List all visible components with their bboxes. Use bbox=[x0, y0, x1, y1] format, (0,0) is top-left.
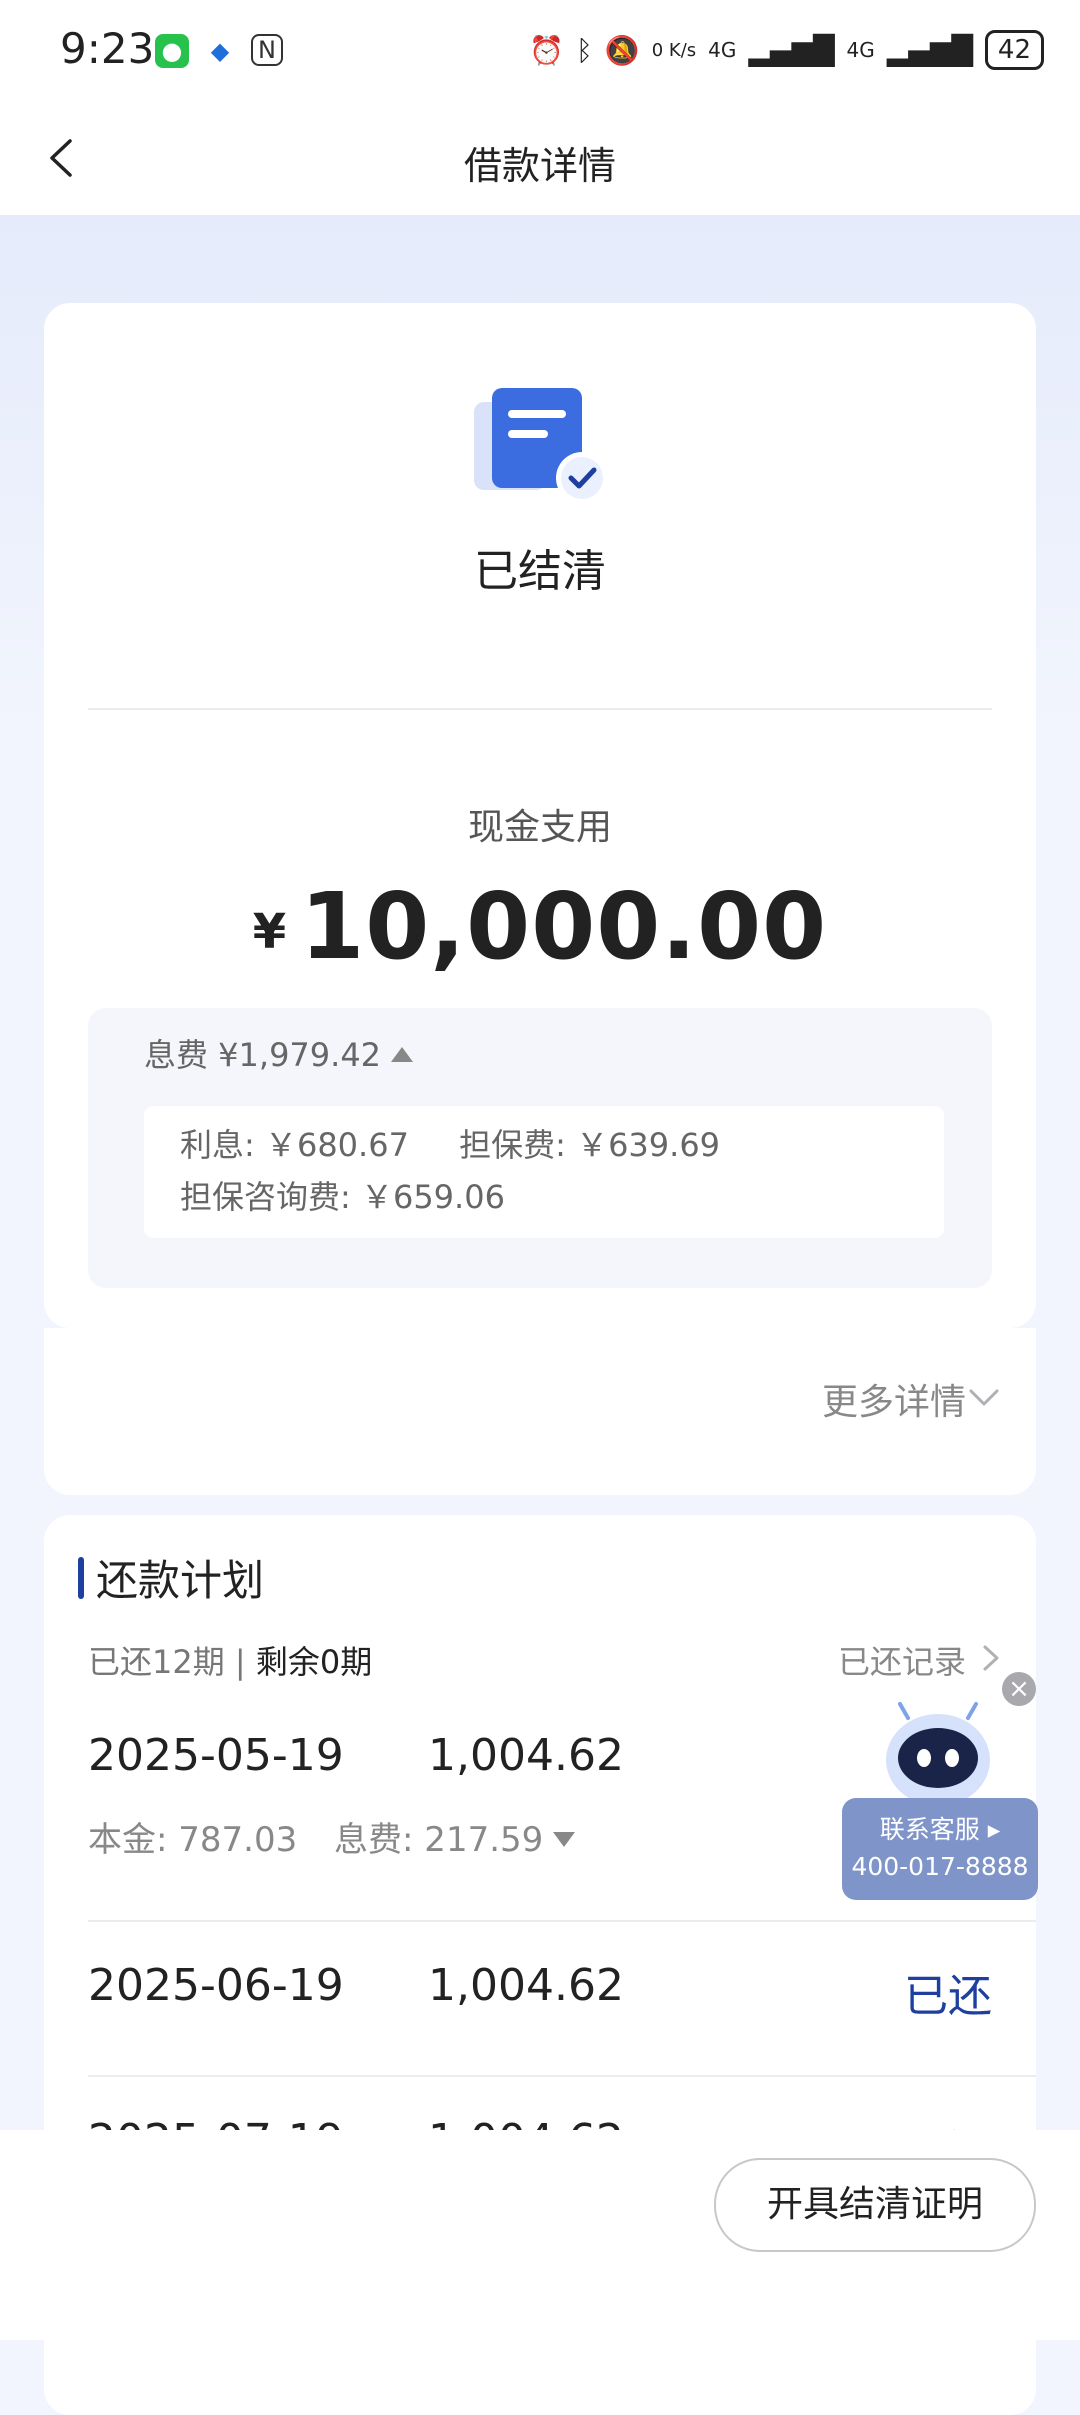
network-label-2: 4G bbox=[846, 38, 875, 62]
row-fees: 息费: 217.59 bbox=[334, 1820, 544, 1860]
amount-value: 10,000.00 bbox=[300, 873, 828, 980]
fee-toggle[interactable]: 息费 ¥1,979.42 bbox=[144, 1030, 414, 1076]
more-details-link[interactable]: 更多详情 bbox=[822, 1373, 966, 1425]
signal-icon: ▂▄▆█ bbox=[748, 33, 835, 67]
row-principal: 本金: 787.03 bbox=[88, 1820, 298, 1860]
wechat-icon: ● bbox=[155, 34, 189, 68]
row-amount: 1,004.62 bbox=[428, 1730, 624, 1781]
row-date: 2025-06-19 bbox=[88, 1960, 344, 2011]
remaining-periods: 剩余0期 bbox=[255, 1643, 373, 1681]
customer-service-widget[interactable]: × 联系客服 ▸ 400-017-8888 bbox=[842, 1670, 1038, 1900]
network-label-1: 4G bbox=[708, 38, 737, 62]
signal-icon-2: ▂▄▆█ bbox=[886, 33, 973, 67]
row-date: 2025-05-19 bbox=[88, 1730, 344, 1781]
document-check-icon bbox=[474, 388, 608, 504]
issue-certificate-button[interactable]: 开具结清证明 bbox=[714, 2158, 1036, 2252]
loan-summary-card: 已结清 现金支用 ¥10,000.00 息费 ¥1,979.42 利息: ￥68… bbox=[44, 303, 1036, 1495]
status-right: ⏰ ᛒ 🔕 0 K/s 4G ▂▄▆█ 4G ▂▄▆█ 42 bbox=[529, 30, 1044, 70]
chevron-right-icon[interactable] bbox=[980, 1643, 1002, 1673]
chevron-down-icon bbox=[969, 1389, 999, 1406]
row-amount: 1,004.62 bbox=[428, 1960, 624, 2011]
caret-down-icon bbox=[553, 1832, 576, 1847]
caret-up-icon bbox=[391, 1047, 414, 1062]
cs-label: 联系客服 ▸ bbox=[879, 1815, 1001, 1844]
status-bar: 9:23 ● ◆ N ⏰ ᛒ 🔕 0 K/s 4G ▂▄▆█ 4G ▂▄▆█ 4… bbox=[0, 0, 1080, 105]
loan-status: 已结清 bbox=[474, 546, 606, 597]
more-details-bar[interactable]: 更多详情 bbox=[44, 1328, 1036, 1495]
alarm-icon: ⏰ bbox=[529, 33, 565, 67]
notification-icons: ● ◆ N bbox=[155, 34, 283, 68]
robot-assistant-icon bbox=[886, 1702, 990, 1806]
fee-line-1: 利息: ￥680.67 担保费: ￥639.69 bbox=[180, 1120, 720, 1166]
close-icon[interactable]: × bbox=[1002, 1672, 1036, 1706]
battery-icon: 42 bbox=[984, 30, 1044, 70]
customer-service-button[interactable]: 联系客服 ▸ 400-017-8888 bbox=[842, 1798, 1038, 1900]
bottom-action-bar: 开具结清证明 bbox=[0, 2130, 1080, 2340]
loan-amount: ¥10,000.00 bbox=[44, 873, 1036, 980]
interest-fee: 利息: ￥680.67 bbox=[180, 1126, 409, 1164]
app-notification-icon: ◆ bbox=[203, 34, 237, 68]
fee-summary: 息费 ¥1,979.42 bbox=[144, 1036, 382, 1074]
currency-symbol: ¥ bbox=[252, 904, 287, 960]
nav-bar: 借款详情 bbox=[0, 105, 1080, 215]
paid-count: 已还12期 | 剩余0期 bbox=[88, 1637, 372, 1683]
fee-breakdown: 息费 ¥1,979.42 利息: ￥680.67 担保费: ￥639.69 担保… bbox=[88, 1008, 992, 1288]
row-breakdown: 本金: 787.03 息费: 217.59 bbox=[88, 1812, 576, 1861]
fee-detail-panel: 利息: ￥680.67 担保费: ￥639.69 担保咨询费: ￥659.06 bbox=[144, 1106, 944, 1238]
page-title: 借款详情 bbox=[463, 144, 616, 188]
row-status: 已还 bbox=[904, 1971, 992, 2022]
divider bbox=[88, 708, 992, 710]
guarantee-fee: 担保费: ￥639.69 bbox=[459, 1126, 721, 1164]
divider bbox=[88, 1920, 1036, 1922]
plan-title: 还款计划 bbox=[96, 1556, 265, 1605]
status-time: 9:23 bbox=[60, 24, 155, 73]
bluetooth-icon: ᛒ bbox=[576, 33, 593, 67]
title-accent-bar bbox=[78, 1557, 84, 1599]
usage-label: 现金支用 bbox=[467, 807, 612, 848]
divider bbox=[88, 2075, 1036, 2077]
nfc-icon: N bbox=[251, 34, 283, 66]
cs-phone: 400-017-8888 bbox=[851, 1852, 1029, 1881]
paid-periods: 已还12期 | bbox=[88, 1643, 246, 1681]
consult-fee: 担保咨询费: ￥659.06 bbox=[180, 1178, 505, 1216]
mute-icon: 🔕 bbox=[604, 33, 640, 67]
net-speed: 0 K/s bbox=[651, 39, 697, 61]
